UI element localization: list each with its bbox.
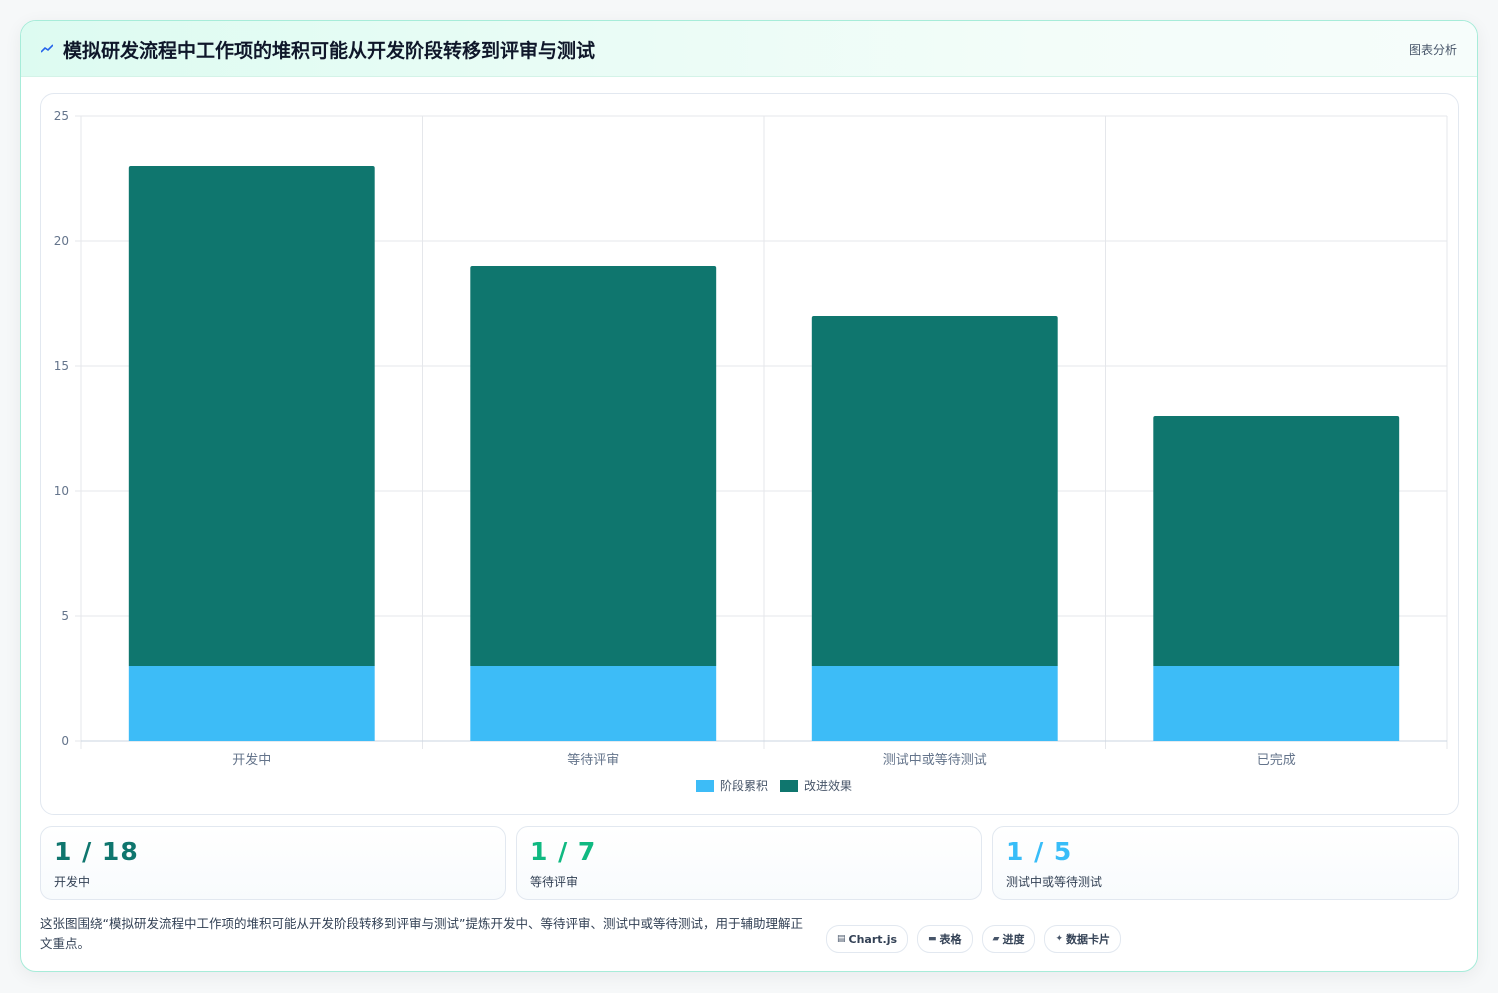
chip-chartjs[interactable]: ▤ Chart.js [826, 925, 909, 953]
chip-table[interactable]: ▬ 表格 [917, 925, 973, 953]
x-tick-label: 测试中或等待测试 [883, 752, 987, 768]
y-tick-label: 5 [61, 609, 69, 623]
bar-1 [470, 666, 717, 741]
chip-progress[interactable]: ▰ 进度 [981, 925, 1036, 953]
bar-1 [811, 666, 1058, 741]
card-header: 模拟研发流程中工作项的堆积可能从开发阶段转移到评审与测试 图表分析 [21, 21, 1477, 77]
chip-label: 表格 [939, 933, 962, 946]
stat-card-1: 1 / 18 开发中 [40, 826, 506, 900]
chip-label: 数据卡片 [1066, 933, 1111, 946]
chip-label: Chart.js [848, 932, 898, 946]
bar-1 [128, 666, 375, 741]
bar-2 [128, 166, 375, 666]
stat-card-2: 1 / 7 等待评审 [516, 826, 982, 900]
legend-swatch [780, 780, 798, 792]
trend-line-icon [41, 44, 53, 53]
chip-data-card[interactable]: ✦ 数据卡片 [1044, 925, 1122, 953]
progress-icon: ▰ [992, 934, 1000, 944]
chart-panel: 0 5 10 15 20 25 开发中 等待评审 测试中或等待测试 已完成阶段累积 改进效果 [40, 93, 1459, 815]
stat-label: 测试中或等待测试 [1006, 875, 1103, 889]
page: 模拟研发流程中工作项的堆积可能从开发阶段转移到评审与测试 图表分析 0 5 10 15… [0, 0, 1498, 993]
bar-2 [470, 266, 717, 666]
legend-label: 阶段累积 [720, 778, 768, 793]
stat-value: 1 / 7 [530, 837, 597, 866]
x-tick-label: 已完成 [1257, 753, 1296, 768]
chart-description: 这张图围绕“模拟研发流程中工作项的堆积可能从开发阶段转移到评审与测试”提炼开发中… [40, 916, 803, 951]
stat-card-3: 1 / 5 测试中或等待测试 [992, 826, 1459, 900]
stat-value: 1 / 5 [1006, 837, 1073, 866]
bar-2 [811, 316, 1058, 666]
feature-chips: ▤ Chart.js ▬ 表格 ▰ 进度 ✦ 数据卡片 [826, 925, 1122, 953]
x-tick-label: 开发中 [232, 752, 271, 768]
sparkle-icon: ✦ [1055, 934, 1064, 944]
table-icon: ▬ [928, 934, 937, 944]
bar-2 [1153, 416, 1400, 666]
bar-1 [1153, 666, 1400, 741]
stat-label: 等待评审 [530, 875, 579, 889]
stat-label: 开发中 [54, 875, 91, 889]
y-tick-label: 0 [61, 734, 69, 748]
y-tick-label: 15 [54, 359, 69, 373]
y-tick-label: 25 [54, 109, 69, 123]
stacked-bar-chart: 0 5 10 15 20 25 开发中 等待评审 测试中或等待测试 已完成阶段累积 改进效果 [54, 109, 1448, 793]
stat-value: 1 / 18 [54, 837, 139, 866]
chip-label: 进度 [1002, 933, 1025, 946]
chart-analysis-label: 图表分析 [1408, 43, 1457, 57]
legend-label: 改进效果 [804, 778, 852, 793]
chart-icon: ▤ [837, 934, 846, 944]
legend-swatch [696, 780, 714, 792]
y-tick-label: 10 [54, 484, 69, 498]
page-title: 模拟研发流程中工作项的堆积可能从开发阶段转移到评审与测试 [63, 40, 596, 62]
y-tick-label: 20 [54, 234, 69, 248]
x-tick-label: 等待评审 [567, 752, 619, 768]
chart-card: 模拟研发流程中工作项的堆积可能从开发阶段转移到评审与测试 图表分析 0 5 10 15… [20, 20, 1478, 972]
